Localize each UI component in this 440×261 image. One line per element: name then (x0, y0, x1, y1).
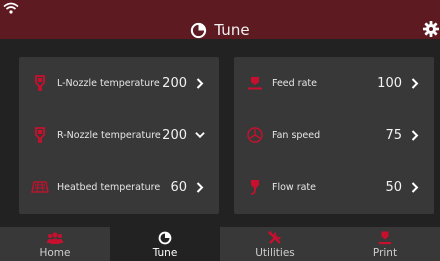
heatbed-value: 60 (170, 179, 187, 195)
temperature-panel: L-Nozzle temperature 200 R-Nozzle temper… (19, 57, 219, 214)
chevron-right-icon[interactable] (410, 129, 420, 141)
nav-tune-label: Tune (152, 247, 178, 259)
l-nozzle-row[interactable]: L-Nozzle temperature 200 (19, 57, 219, 109)
nav-print[interactable]: Print (330, 227, 440, 261)
gear-icon[interactable] (423, 21, 439, 37)
nav-tune[interactable]: Tune (110, 227, 220, 261)
print-icon (377, 231, 393, 245)
l-nozzle-label: L-Nozzle temperature (57, 77, 160, 89)
flow-rate-value: 50 (385, 179, 402, 195)
flow-rate-icon (246, 178, 264, 196)
heatbed-row[interactable]: Heatbed temperature 60 (19, 161, 219, 213)
fan-icon (246, 126, 264, 144)
fan-speed-value: 75 (385, 127, 402, 143)
page-title-group: Tune (0, 21, 440, 39)
content-area: L-Nozzle temperature 200 R-Nozzle temper… (0, 39, 440, 227)
top-bar: Tune (0, 0, 440, 39)
feed-rate-icon (246, 74, 264, 92)
feed-rate-value: 100 (377, 75, 402, 91)
chevron-right-icon[interactable] (195, 77, 205, 89)
chevron-right-icon[interactable] (410, 181, 420, 193)
chevron-right-icon[interactable] (410, 77, 420, 89)
flow-rate-row[interactable]: Flow rate 50 (234, 161, 434, 213)
heatbed-icon (31, 178, 49, 196)
nozzle-icon (31, 126, 49, 144)
fan-speed-label: Fan speed (272, 129, 321, 141)
chevron-right-icon[interactable] (195, 181, 205, 193)
nav-utilities[interactable]: Utilities (220, 227, 330, 261)
tune-gauge-icon (157, 231, 173, 245)
feed-rate-row[interactable]: Feed rate 100 (234, 57, 434, 109)
chevron-down-icon[interactable] (195, 129, 205, 141)
tune-gauge-icon (191, 22, 207, 38)
rates-panel: Feed rate 100 Fan speed 75 Flow rate 50 (234, 57, 434, 214)
r-nozzle-row[interactable]: R-Nozzle temperature 200 (19, 109, 219, 161)
users-icon (47, 231, 63, 245)
nozzle-icon (31, 74, 49, 92)
nav-home[interactable]: Home (0, 227, 110, 261)
r-nozzle-value: 200 (162, 127, 187, 143)
l-nozzle-value: 200 (162, 75, 187, 91)
feed-rate-label: Feed rate (272, 77, 317, 89)
nav-print-label: Print (372, 247, 398, 259)
page-title: Tune (214, 21, 250, 39)
wifi-icon (3, 2, 19, 14)
bottom-nav: Home Tune Utilities Print (0, 227, 440, 261)
flow-rate-label: Flow rate (272, 181, 317, 193)
r-nozzle-label: R-Nozzle temperature (57, 129, 161, 141)
nav-home-label: Home (39, 247, 71, 259)
tools-icon (267, 231, 283, 245)
heatbed-label: Heatbed temperature (57, 181, 161, 193)
fan-speed-row[interactable]: Fan speed 75 (234, 109, 434, 161)
nav-utilities-label: Utilities (255, 247, 295, 259)
